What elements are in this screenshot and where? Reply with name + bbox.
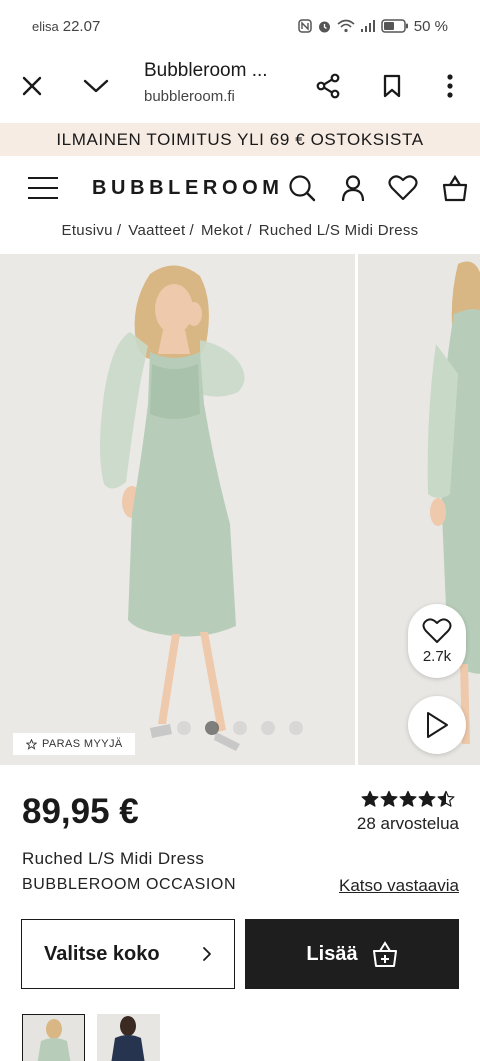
breadcrumb: Etusivu / Vaatteet / Mekot / Ruched L/S Mid… <box>0 218 480 242</box>
signal-icon <box>360 20 375 32</box>
chevron-right-icon <box>203 947 211 961</box>
breadcrumb-separator: / <box>247 221 252 239</box>
share-button[interactable] <box>306 64 350 108</box>
model-photo <box>0 254 355 765</box>
star-icon <box>437 790 455 807</box>
menu-icon-line <box>28 187 58 189</box>
breadcrumb-current: Ruched L/S Midi Dress <box>258 221 419 239</box>
badge-label: PARAS MYYJÄ <box>42 738 123 750</box>
star-icon <box>418 790 436 807</box>
favorite-button[interactable]: 2.7k <box>408 604 466 678</box>
more-options-button[interactable] <box>428 64 472 108</box>
variant-thumbnail <box>23 1015 84 1061</box>
shopping-bag-icon <box>442 174 468 202</box>
gallery-dot[interactable] <box>261 721 275 735</box>
product-image-secondary[interactable] <box>358 254 480 765</box>
battery-icon <box>381 19 408 33</box>
product-brand[interactable]: BUBBLEROOM OCCASION <box>22 876 236 894</box>
product-gallery[interactable]: PARAS MYYJÄ 2.7k <box>0 254 480 765</box>
site-header: BUBBLEROOM <box>0 156 480 220</box>
bestseller-badge: PARAS MYYJÄ <box>13 733 135 755</box>
cart-button[interactable] <box>439 172 471 204</box>
page-title: Bubbleroom ... <box>144 60 268 81</box>
promo-text: ILMAINEN TOIMITUS YLI 69 € OSTOKSISTA <box>56 129 424 149</box>
more-vertical-icon <box>447 74 453 98</box>
product-price: 89,95 € <box>22 792 139 831</box>
color-variant-sage[interactable] <box>22 1014 85 1061</box>
menu-icon-line <box>28 177 58 179</box>
bookmark-icon <box>383 74 401 98</box>
rating-stars[interactable] <box>361 790 455 808</box>
collapse-button[interactable] <box>74 64 118 108</box>
account-button[interactable] <box>337 172 369 204</box>
user-icon <box>341 175 365 202</box>
search-button[interactable] <box>286 172 318 204</box>
gallery-pagination <box>177 721 303 735</box>
reviews-link[interactable]: 28 arvostelua <box>357 814 459 834</box>
product-name: Ruched L/S Midi Dress <box>22 849 205 868</box>
heart-icon <box>422 617 452 643</box>
star-icon <box>399 790 417 807</box>
share-icon <box>316 73 340 99</box>
menu-icon-line <box>28 197 58 199</box>
nfc-icon <box>298 19 312 33</box>
breadcrumb-clothing[interactable]: Vaatteet <box>128 222 185 239</box>
menu-button[interactable] <box>28 176 58 200</box>
wifi-icon <box>337 19 355 33</box>
chevron-down-icon <box>83 79 109 93</box>
color-variant-navy[interactable] <box>97 1014 160 1061</box>
play-icon <box>427 712 448 738</box>
breadcrumb-home[interactable]: Etusivu <box>62 222 113 239</box>
bookmark-button[interactable] <box>370 64 414 108</box>
search-icon <box>289 175 316 202</box>
product-image-main[interactable] <box>0 254 355 765</box>
star-icon <box>26 738 37 750</box>
variant-thumbnail <box>97 1014 160 1061</box>
add-to-bag-icon <box>372 941 397 967</box>
promo-banner: ILMAINEN TOIMITUS YLI 69 € OSTOKSISTA <box>0 123 480 156</box>
site-logo[interactable]: BUBBLEROOM <box>92 177 284 200</box>
gallery-dot[interactable] <box>289 721 303 735</box>
close-tab-button[interactable] <box>10 64 54 108</box>
browser-toolbar: Bubbleroom ... bubbleroom.fi <box>0 52 480 122</box>
model-photo-secondary <box>358 254 480 765</box>
page-domain: bubbleroom.fi <box>144 88 235 105</box>
status-bar: elisa 22.07 50 % <box>0 0 480 52</box>
similar-products-link[interactable]: Katso vastaavia <box>339 876 459 896</box>
favorites-count: 2.7k <box>422 647 452 665</box>
close-icon <box>22 76 42 96</box>
breadcrumb-separator: / <box>116 221 122 239</box>
gallery-dot[interactable] <box>177 721 191 735</box>
alarm-icon <box>318 21 330 32</box>
add-to-cart-button[interactable]: Lisää <box>245 919 459 989</box>
star-icon <box>361 790 379 807</box>
select-size-label: Valitse koko <box>44 942 160 965</box>
star-icon <box>380 790 398 807</box>
breadcrumb-dresses[interactable]: Mekot <box>201 222 243 239</box>
add-to-cart-label: Lisää <box>306 942 358 965</box>
breadcrumb-separator: / <box>189 221 194 239</box>
carrier-name: elisa <box>32 18 59 34</box>
battery-level: 50 % <box>413 17 448 35</box>
play-video-button[interactable] <box>408 696 466 754</box>
select-size-button[interactable]: Valitse koko <box>21 919 235 989</box>
heart-icon <box>388 175 418 201</box>
page-title-area[interactable]: Bubbleroom ... bubbleroom.fi <box>144 60 294 105</box>
gallery-dot[interactable] <box>233 721 247 735</box>
wishlist-button[interactable] <box>387 172 419 204</box>
gallery-dot[interactable] <box>205 721 219 735</box>
clock: 22.07 <box>62 17 101 35</box>
